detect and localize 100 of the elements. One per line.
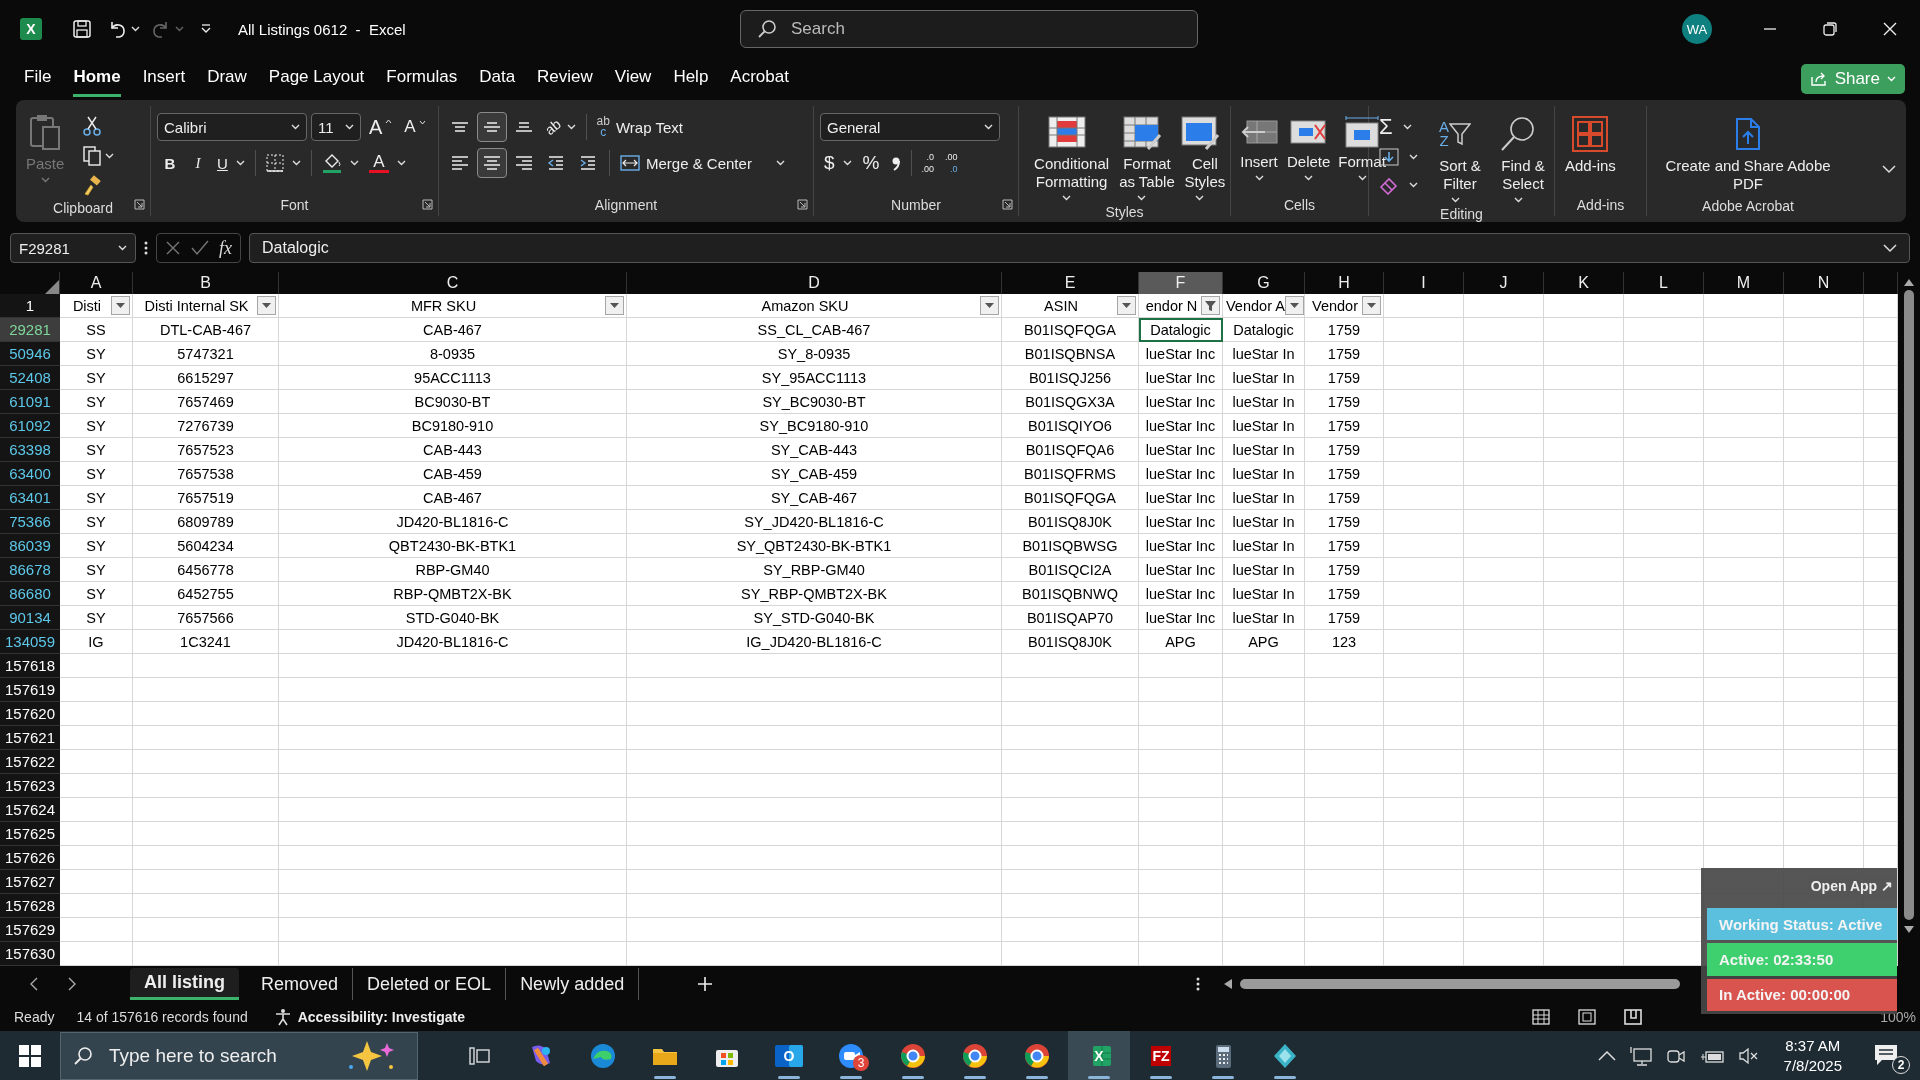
scroll-left-icon[interactable]	[30, 977, 38, 991]
avatar[interactable]: WA	[1682, 14, 1712, 44]
insert-button[interactable]: Insert	[1237, 112, 1281, 184]
collapse-ribbon-icon[interactable]	[1882, 165, 1896, 174]
row-header[interactable]: 61091	[0, 390, 60, 414]
page-break-icon[interactable]	[1624, 1008, 1643, 1025]
menu-tab[interactable]: Home	[73, 61, 121, 97]
row-header[interactable]: 134059	[0, 630, 60, 654]
sheet-tab[interactable]: Newly added	[506, 968, 640, 1000]
search-field[interactable]: Search	[789, 18, 1173, 40]
row-header[interactable]: 86680	[0, 582, 60, 606]
row-header[interactable]: 157619	[0, 678, 60, 702]
row-header[interactable]: 90134	[0, 606, 60, 630]
sort-filter-button[interactable]: A Z Sort & Filter	[1426, 112, 1484, 206]
column-header[interactable]: A	[60, 272, 133, 294]
column-header[interactable]: C	[279, 272, 627, 294]
check-icon[interactable]	[191, 240, 209, 256]
filter-dropdown-button[interactable]	[111, 296, 130, 315]
row-header[interactable]: 157629	[0, 918, 60, 942]
merge-center-button[interactable]: Merge & Center	[616, 151, 789, 175]
row-header[interactable]: 157618	[0, 654, 60, 678]
currency-button[interactable]: $	[820, 149, 856, 177]
center-align-button[interactable]	[477, 148, 507, 178]
increase-decimal-button[interactable]: .0 .00	[917, 149, 938, 177]
row-header[interactable]: 29281	[0, 318, 60, 342]
create-pdf-button[interactable]: Create and Share Adobe PDF	[1653, 112, 1843, 196]
scroll-left-icon[interactable]	[1224, 979, 1232, 989]
filter-dropdown-button[interactable]	[1362, 296, 1381, 315]
conditional-button[interactable]: Conditional Formatting	[1025, 112, 1109, 204]
find-select-button[interactable]: Find & Select	[1488, 112, 1548, 206]
cellstyles-button[interactable]: Cell Styles	[1175, 112, 1224, 204]
row-header[interactable]: 157627	[0, 870, 60, 894]
dialog-launcher-icon[interactable]	[1002, 199, 1013, 210]
autosum-button[interactable]: Σ	[1375, 112, 1422, 142]
font-name-dropdown[interactable]: Calibri	[157, 113, 307, 141]
column-header[interactable]: I	[1384, 272, 1464, 294]
sheet-tab[interactable]: Removed	[247, 968, 354, 1000]
decrease-decimal-button[interactable]: .00 .0	[941, 149, 962, 177]
page-layout-icon[interactable]	[1578, 1008, 1597, 1025]
row-header[interactable]: 63398	[0, 438, 60, 462]
column-header[interactable]: J	[1464, 272, 1544, 294]
scroll-right-icon[interactable]	[68, 977, 76, 991]
row-header[interactable]: 157620	[0, 702, 60, 726]
menu-tab[interactable]: Review	[537, 61, 593, 97]
insert-function-button[interactable]: fx	[219, 237, 232, 259]
more-options-icon[interactable]	[1196, 976, 1200, 992]
row-header[interactable]: 52408	[0, 366, 60, 390]
middle-align-button[interactable]	[477, 112, 507, 142]
zoom-level[interactable]: 100%	[1880, 1008, 1916, 1025]
italic-button[interactable]: I	[185, 151, 211, 175]
row-header[interactable]: 157623	[0, 774, 60, 798]
sheet-tab[interactable]: All listing	[130, 968, 239, 1000]
taskbar-clock[interactable]: 8:37 AM 7/8/2025	[1783, 1035, 1842, 1076]
underline-button[interactable]: U	[213, 151, 249, 175]
formula-field[interactable]: Datalogic	[249, 233, 1910, 263]
normal-view-icon[interactable]	[1532, 1008, 1551, 1025]
bold-button[interactable]: B	[157, 151, 183, 175]
accessibility-button[interactable]: Accessibility: Investigate	[273, 1007, 465, 1026]
menu-tab[interactable]: View	[614, 61, 652, 97]
column-header[interactable]: N	[1784, 272, 1864, 294]
filter-dropdown-button[interactable]	[980, 296, 999, 315]
column-header[interactable]: G	[1223, 272, 1305, 294]
row-header[interactable]: 157630	[0, 942, 60, 966]
scrollbar-thumb[interactable]	[1240, 978, 1680, 990]
row-header[interactable]: 157622	[0, 750, 60, 774]
row-header[interactable]: 1	[0, 294, 60, 318]
row-header[interactable]: 157625	[0, 822, 60, 846]
cancel-icon[interactable]	[165, 240, 181, 256]
font-size-dropdown[interactable]: 11	[311, 113, 361, 141]
dialog-launcher-icon[interactable]	[797, 199, 808, 210]
table-button[interactable]: Format as Table	[1112, 112, 1172, 204]
add-sheet-icon[interactable]	[697, 976, 714, 992]
network-icon[interactable]	[1629, 1045, 1652, 1066]
more-options-icon[interactable]	[144, 240, 148, 256]
menu-tab[interactable]: Help	[673, 61, 709, 97]
dialog-launcher-icon[interactable]	[422, 199, 433, 210]
filter-dropdown-button[interactable]	[605, 296, 624, 315]
row-header[interactable]: 86039	[0, 534, 60, 558]
shrink-font-button[interactable]: A	[400, 114, 430, 140]
row-header[interactable]: 75366	[0, 510, 60, 534]
scroll-up-icon[interactable]	[1904, 278, 1914, 286]
excel-app-icon[interactable]: X	[1068, 1031, 1130, 1080]
volume-muted-icon[interactable]	[1737, 1046, 1760, 1065]
menu-tab[interactable]: File	[24, 61, 52, 97]
sheet-tab[interactable]: Deleted or EOL	[353, 968, 507, 1000]
column-header[interactable]: B	[133, 272, 279, 294]
menu-tab[interactable]: Formulas	[386, 61, 458, 97]
delete-button[interactable]: Delete	[1285, 112, 1333, 184]
row-header[interactable]: 61092	[0, 414, 60, 438]
font-color-button[interactable]: A	[364, 150, 410, 176]
filter-dropdown-button[interactable]	[1117, 296, 1136, 315]
filter-dropdown-button[interactable]	[257, 296, 276, 315]
scroll-down-icon[interactable]	[1904, 926, 1914, 934]
column-header[interactable]: H	[1305, 272, 1384, 294]
row-header[interactable]: 157624	[0, 798, 60, 822]
percent-button[interactable]: %	[858, 149, 884, 177]
number-format-dropdown[interactable]: General	[820, 113, 1000, 141]
row-header[interactable]: 50946	[0, 342, 60, 366]
chevron-up-icon[interactable]	[1597, 1050, 1616, 1061]
menu-tab[interactable]: Page Layout	[268, 61, 365, 97]
